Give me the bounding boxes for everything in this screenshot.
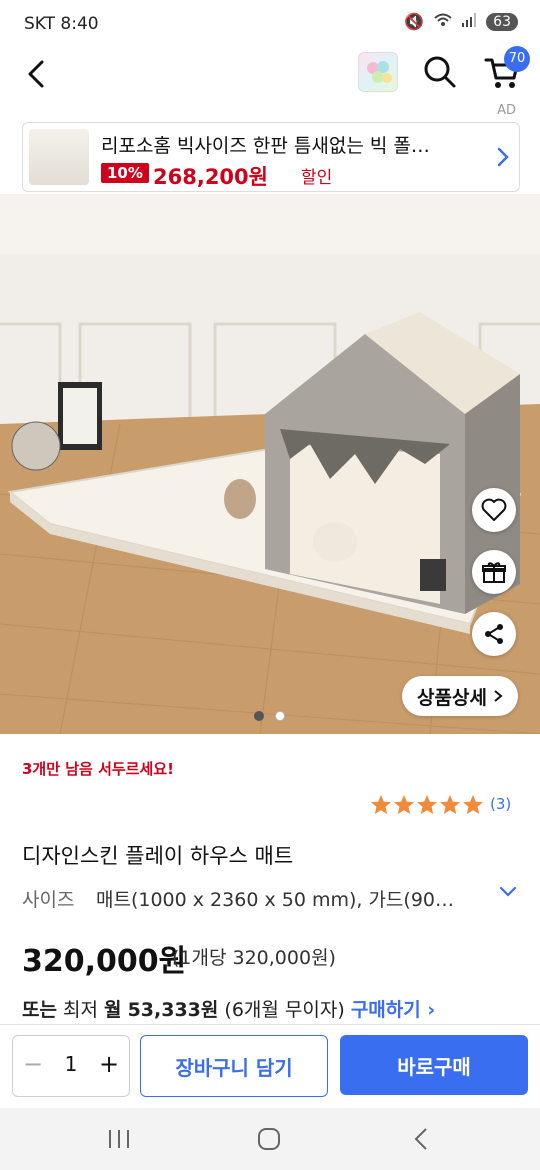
installment-monthly-label: 월	[104, 999, 122, 1021]
product-detail-label: 상품상세	[417, 686, 487, 709]
chevron-right-icon	[497, 147, 509, 167]
share-button[interactable]	[472, 612, 516, 656]
purchase-action-bar: − 1 + 장바구니 담기 바로구매	[0, 1024, 540, 1107]
gift-button[interactable]	[472, 550, 516, 594]
rating-stars[interactable]	[370, 794, 486, 816]
ad-thumbnail	[29, 129, 89, 185]
gallery-dot[interactable]	[275, 711, 285, 721]
add-to-cart-button[interactable]: 장바구니 담기	[140, 1035, 328, 1097]
buy-now-button[interactable]: 바로구매	[340, 1035, 528, 1095]
battery-indicator: 63	[486, 12, 518, 31]
review-count[interactable]: (3)	[490, 795, 511, 813]
option-label: 사이즈	[22, 889, 75, 911]
cart-count-badge: 70	[504, 46, 530, 72]
chevron-down-icon[interactable]	[498, 882, 518, 902]
share-icon	[485, 624, 503, 644]
installment-amount: 53,333원	[127, 999, 219, 1021]
signal-icon	[462, 12, 477, 31]
quantity-decrease-button[interactable]: −	[21, 1052, 45, 1076]
product-thumbnail-icon	[367, 61, 392, 83]
back-button[interactable]	[20, 56, 56, 92]
installment-plan: (6개월 무이자)	[224, 999, 345, 1021]
gift-icon	[482, 562, 506, 583]
installment-prefix: 또는	[22, 999, 57, 1021]
ad-banner[interactable]: 리포소홈 빅사이즈 한판 틈새없는 빅 폴… 10% 268,200원 할인	[22, 122, 520, 192]
search-button[interactable]	[420, 52, 460, 92]
product-detail-button[interactable]: 상품상세	[402, 676, 518, 716]
unit-price: (1개당 320,000원)	[172, 947, 336, 969]
ad-price: 268,200원	[153, 165, 268, 189]
status-icons: 🔇 63	[404, 12, 518, 31]
recent-apps-icon[interactable]	[106, 1128, 132, 1150]
stock-note: 3개만 남음 서두르세요!	[22, 760, 174, 778]
wishlist-button[interactable]	[472, 488, 516, 532]
star-icons	[371, 795, 483, 814]
system-nav-bar	[0, 1108, 540, 1170]
quantity-increase-button[interactable]: +	[97, 1052, 121, 1076]
ad-title: 리포소홈 빅사이즈 한판 틈새없는 빅 폴…	[101, 135, 430, 157]
ad-discount-badge: 10%	[101, 163, 149, 183]
gallery-dot-active[interactable]	[254, 711, 264, 721]
installment-buy-label: 구매하기	[350, 999, 421, 1021]
mute-icon: 🔇	[404, 12, 425, 31]
option-value[interactable]: 매트(1000 x 2360 x 50 mm), 가드(90…	[96, 885, 488, 912]
status-bar: SKT 8:40 🔇 63	[0, 0, 540, 50]
back-nav-icon[interactable]	[408, 1126, 434, 1152]
product-price: 320,000원	[22, 944, 187, 979]
quantity-value[interactable]: 1	[57, 1052, 85, 1076]
heart-icon	[481, 498, 507, 521]
product-photo	[0, 194, 540, 734]
installment-buy-link[interactable]: 구매하기 ›	[351, 999, 435, 1021]
ad-price-suffix: 할인	[301, 168, 333, 188]
status-carrier-time: SKT 8:40	[24, 14, 99, 34]
product-title: 디자인스킨 플레이 하우스 매트	[22, 844, 294, 868]
product-thumbnail-button[interactable]	[358, 52, 398, 92]
wifi-icon	[434, 12, 452, 31]
installment-row: 또는 최저 월 53,333원 (6개월 무이자) 구매하기 ›	[22, 995, 435, 1022]
ad-label: AD	[497, 103, 516, 118]
installment-min-label: 최저	[63, 999, 98, 1021]
product-image-gallery[interactable]: 상품상세	[0, 194, 540, 734]
quantity-stepper: − 1 +	[12, 1035, 130, 1097]
chevron-right-icon	[494, 690, 503, 702]
search-icon	[424, 56, 456, 88]
chevron-left-icon	[28, 60, 44, 88]
home-icon[interactable]	[256, 1126, 282, 1152]
